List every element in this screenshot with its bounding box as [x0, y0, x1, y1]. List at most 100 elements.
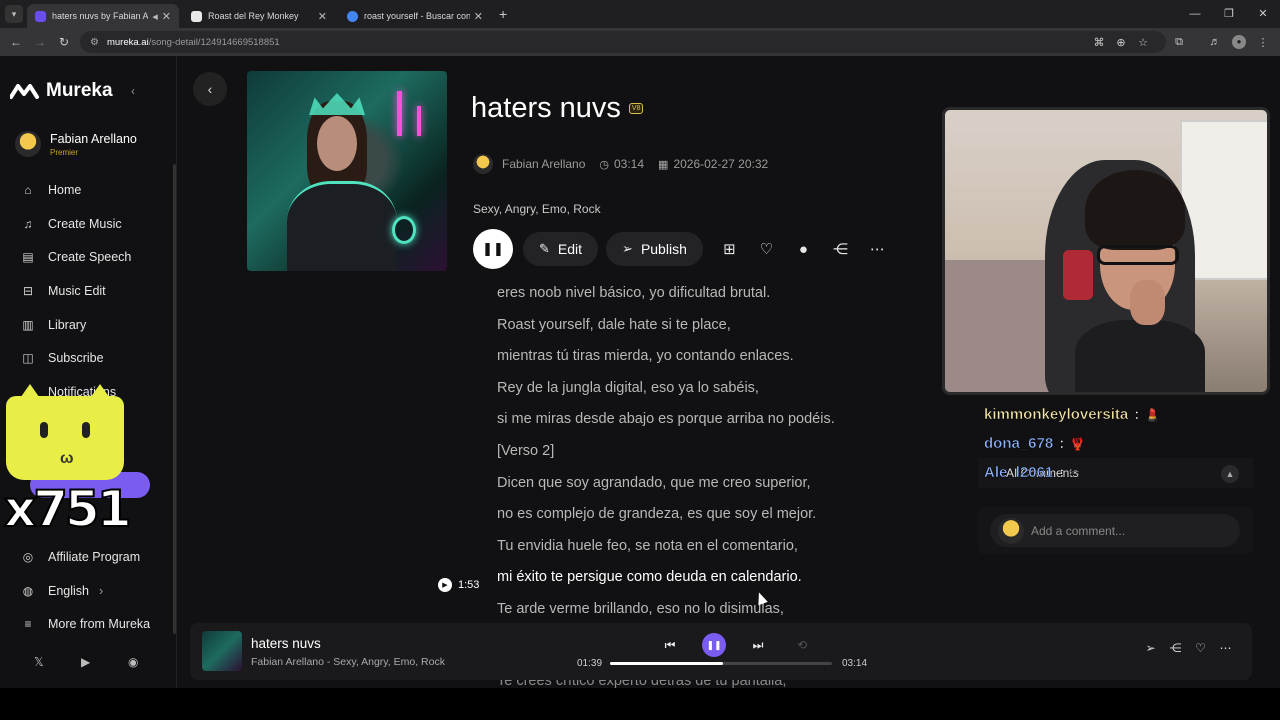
author-avatar[interactable] — [473, 154, 493, 174]
mureka-favicon-icon — [35, 10, 46, 22]
lyric-line[interactable]: Dicen que soy agrandado, que me creo sup… — [497, 475, 917, 507]
lyric-line-current[interactable]: mi éxito te persigue como deuda en calen… — [497, 569, 917, 601]
send-icon[interactable]: ➢ — [1138, 641, 1163, 655]
progress-slider[interactable] — [610, 662, 832, 665]
screen: ▾ haters nuvs by Fabian Arell ◂ ✕ Roast … — [0, 0, 1280, 720]
player-subtitle: Fabian Arellano - Sexy, Angry, Emo, Rock — [251, 656, 445, 668]
translate-icon[interactable]: ⌘ — [1088, 36, 1110, 49]
site-info-icon[interactable]: ⚙ — [90, 37, 99, 48]
lipstick-emote-icon: 💄 — [1145, 407, 1161, 422]
bookmark-star-icon[interactable]: ☆ — [1132, 36, 1154, 49]
lyric-timestamp-marker[interactable]: ▶ 1:53 — [438, 578, 479, 592]
forward-arrow-icon[interactable]: → — [28, 35, 52, 49]
share-icon[interactable]: ⋲ — [1163, 641, 1188, 655]
lyric-section-label[interactable]: [Verso 2] — [497, 443, 917, 475]
pause-button[interactable]: ❚❚ — [473, 229, 513, 269]
back-arrow-icon[interactable]: ← — [4, 35, 28, 49]
sidebar-item-label: Music Edit — [48, 283, 106, 298]
share-icon[interactable]: ⋲ — [822, 240, 859, 258]
heart-icon[interactable]: ♡ — [1188, 641, 1213, 655]
publish-button[interactable]: ➢ Publish — [606, 232, 703, 266]
browser-tab[interactable]: Roast del Rey Monkey ✕ — [183, 4, 335, 28]
chevron-right-icon: › — [99, 583, 104, 598]
url-path: /song-detail/124914669518851 — [148, 36, 280, 48]
lyric-line[interactable]: no es complejo de grandeza, es que soy e… — [497, 506, 917, 538]
collapse-sidebar-icon[interactable]: ‹ — [131, 84, 135, 98]
sidebar-scrollbar[interactable] — [173, 164, 176, 634]
next-track-icon[interactable]: ⏭ — [736, 638, 780, 653]
media-icon[interactable]: ♬ — [1204, 36, 1226, 48]
sidebar-item-library[interactable]: ▥ Library — [20, 308, 131, 342]
send-icon: ➢ — [622, 241, 633, 256]
player-current-time: 01:39 — [577, 658, 603, 669]
sidebar-item-subscribe[interactable]: ◫ Subscribe — [20, 341, 131, 375]
browser-toolbar: ⌘ ⊕ ☆ ⧉ ♬ ● ⋮ — [1088, 28, 1274, 56]
cover-armor — [287, 181, 397, 271]
sidebar-item-label: Create Music — [48, 216, 122, 231]
chat-separator: : — [1134, 406, 1140, 424]
edit-button[interactable]: ✎ Edit — [523, 232, 599, 266]
language-selector[interactable]: ◍ English › — [20, 574, 150, 608]
address-bar-row: ← → ↻ ⚙ mureka.ai /song-detail/124914669… — [0, 28, 1280, 56]
streamer-hair — [1085, 170, 1185, 250]
add-to-playlist-icon[interactable]: ⊞ — [711, 240, 748, 258]
url-field[interactable]: ⚙ mureka.ai /song-detail/124914669518851 — [80, 31, 1166, 53]
discord-icon[interactable]: ◉ — [128, 655, 175, 669]
calendar-icon: ▦ — [658, 158, 669, 171]
maximize-icon[interactable]: ❐ — [1212, 0, 1246, 28]
sidebar-item-affiliate[interactable]: ◎ Affiliate Program — [20, 540, 150, 574]
more-options-icon[interactable]: ⋯ — [859, 240, 896, 258]
back-button[interactable]: ‹ — [193, 72, 227, 106]
cat-mouth: ω — [60, 450, 74, 467]
tab-close-icon[interactable]: ✕ — [162, 10, 171, 23]
chat-username: dona_678 — [984, 435, 1054, 453]
profile-avatar-icon[interactable]: ● — [1232, 35, 1246, 49]
player-thumbnail[interactable] — [202, 631, 242, 671]
song-author[interactable]: Fabian Arellano — [502, 157, 585, 171]
extensions-icon[interactable]: ⧉ — [1168, 36, 1190, 49]
heart-icon[interactable]: ♡ — [748, 240, 785, 258]
lyric-line[interactable]: si me miras desde abajo es porque arriba… — [497, 411, 917, 443]
lyric-line[interactable]: eres noob nivel básico, yo dificultad br… — [497, 285, 917, 317]
speaker-icon[interactable]: ◂ — [152, 10, 158, 23]
song-title-row: haters nuvs V8 — [471, 92, 644, 125]
minimize-icon[interactable]: — — [1178, 0, 1212, 28]
sidebar-item-more[interactable]: ≡ More from Mureka — [20, 607, 150, 641]
sidebar-item-music-edit[interactable]: ⊟ Music Edit — [20, 274, 131, 308]
scissors-emote-icon: ✂ — [1070, 465, 1081, 480]
mureka-logo[interactable]: Mureka — [10, 80, 113, 102]
publish-label: Publish — [640, 241, 687, 257]
tab-search-button[interactable]: ▾ — [5, 5, 23, 23]
browser-tab[interactable]: roast yourself - Buscar con Goo ✕ — [339, 4, 491, 28]
lyric-line[interactable]: Tu envidia huele feo, se nota en el come… — [497, 538, 917, 570]
reload-icon[interactable]: ↻ — [52, 35, 76, 49]
zoom-icon[interactable]: ⊕ — [1110, 36, 1132, 49]
cover-crown — [309, 93, 365, 115]
user-profile[interactable]: Fabian Arellano Premier — [15, 131, 137, 157]
previous-track-icon[interactable]: ⏮ — [648, 638, 692, 653]
speech-icon: ▤ — [22, 250, 34, 265]
lyric-line[interactable]: Roast yourself, dale hate si te place, — [497, 317, 917, 349]
song-actions: ❚❚ ✎ Edit ➢ Publish ⊞ ♡ ● ⋲ ⋯ — [473, 229, 896, 269]
mureka-logo-icon — [10, 84, 39, 99]
x-twitter-icon[interactable]: 𝕏 — [34, 655, 81, 669]
new-tab-icon[interactable]: + — [499, 6, 507, 22]
repeat-icon[interactable]: ⟲ — [780, 638, 824, 652]
close-window-icon[interactable]: ✕ — [1246, 0, 1280, 28]
sidebar-item-home[interactable]: ⌂ Home — [20, 173, 131, 207]
browser-menu-icon[interactable]: ⋮ — [1252, 36, 1274, 49]
cover-neon — [397, 91, 402, 136]
more-options-icon[interactable]: ⋯ — [1213, 641, 1238, 655]
streamer-glasses — [1097, 245, 1179, 265]
sidebar-item-create-music[interactable]: ♫ Create Music — [20, 207, 131, 241]
lyric-line[interactable]: mientras tú tiras mierda, yo contando en… — [497, 348, 917, 380]
browser-tab[interactable]: haters nuvs by Fabian Arell ◂ ✕ — [27, 4, 179, 28]
lyric-line[interactable]: Rey de la jungla digital, eso ya lo sabé… — [497, 380, 917, 412]
tab-close-icon[interactable]: ✕ — [474, 10, 483, 23]
comment-icon[interactable]: ● — [785, 241, 822, 258]
youtube-icon[interactable]: ▶ — [81, 655, 128, 669]
tab-close-icon[interactable]: ✕ — [318, 10, 327, 23]
player-title[interactable]: haters nuvs — [251, 636, 321, 651]
sidebar-item-create-speech[interactable]: ▤ Create Speech — [20, 240, 131, 274]
player-pause-button[interactable]: ❚❚ — [702, 633, 726, 657]
